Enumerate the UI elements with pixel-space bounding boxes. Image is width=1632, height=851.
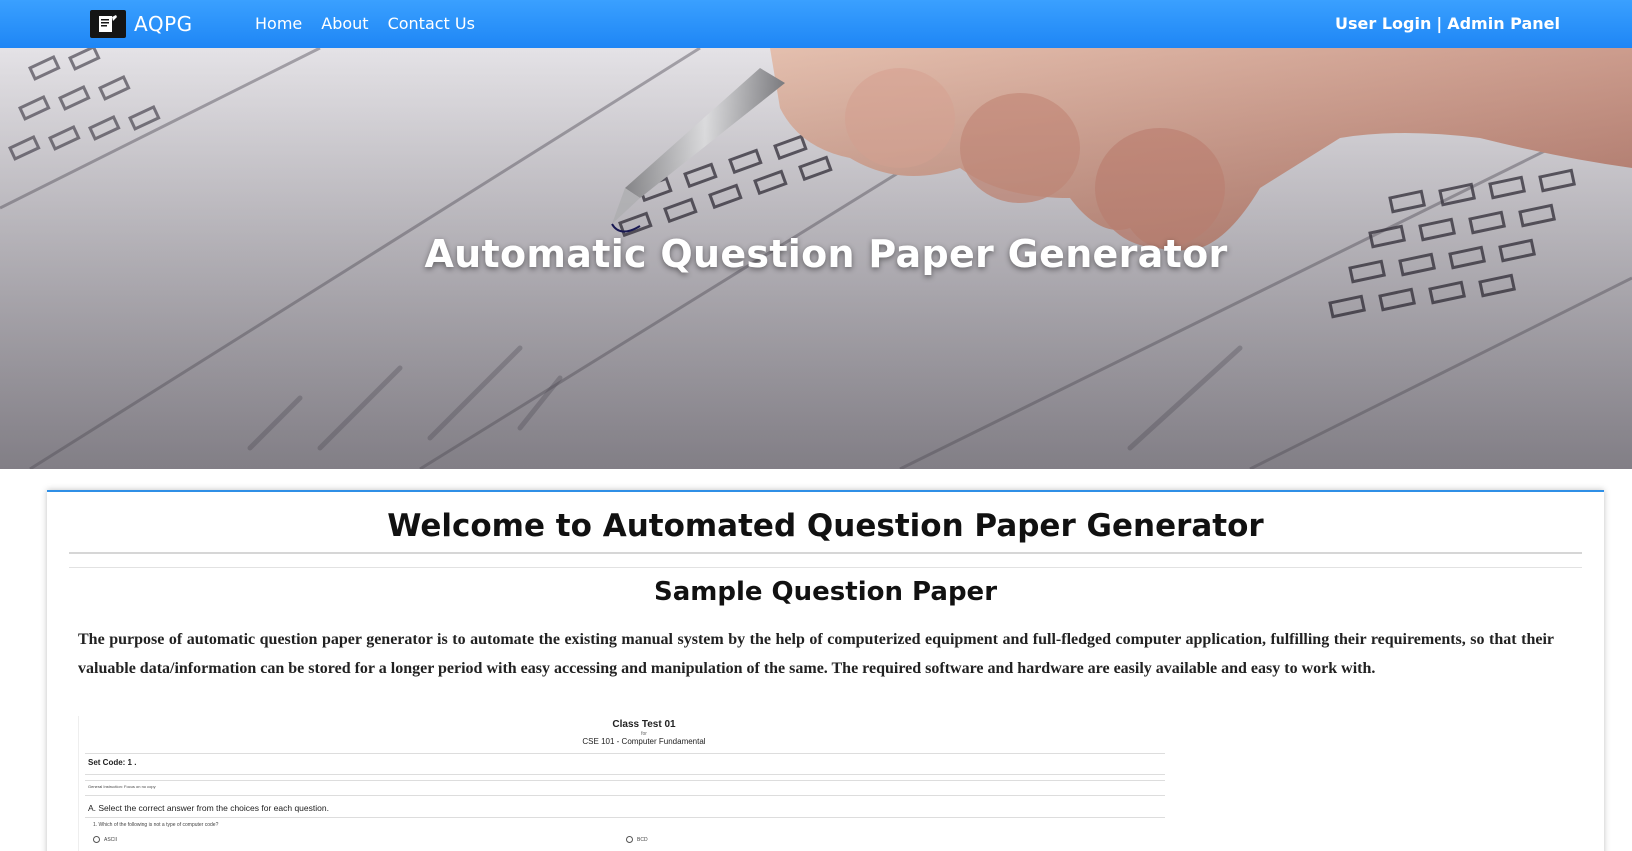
radio-icon <box>93 836 100 843</box>
document-edit-icon <box>90 10 126 38</box>
auth-links: User Login | Admin Panel <box>1335 14 1560 33</box>
hero-title: Automatic Question Paper Generator <box>424 232 1228 276</box>
nav-link-home[interactable]: Home <box>255 14 302 33</box>
user-login-link[interactable]: User Login <box>1335 14 1431 33</box>
paper-section-a: A. Select the correct answer from the ch… <box>88 803 329 813</box>
admin-panel-link[interactable]: Admin Panel <box>1447 14 1560 33</box>
paper-general-instruction: General Instruction: Focus on no copy <box>88 784 156 789</box>
paper-question-1: 1. Which of the following is not a type … <box>93 822 219 828</box>
welcome-heading: Welcome to Automated Question Paper Gene… <box>387 508 1264 544</box>
divider <box>85 817 1165 818</box>
paper-option-label: BCD <box>637 836 648 843</box>
paper-option-label: ASCII <box>104 836 118 843</box>
sample-paper-heading: Sample Question Paper <box>653 577 998 607</box>
brand-name: AQPG <box>134 12 193 36</box>
radio-icon <box>626 836 633 843</box>
divider <box>85 774 1165 775</box>
welcome-panel: Welcome to Automated Question Paper Gene… <box>47 490 1604 851</box>
paper-course: CSE 101 - Computer Fundamental <box>582 737 706 746</box>
divider <box>85 795 1165 796</box>
divider <box>69 567 1582 568</box>
description-paragraph: The purpose of automatic question paper … <box>78 631 1554 677</box>
paper-title: Class Test 01 <box>612 719 676 730</box>
nav-link-about[interactable]: About <box>321 14 368 33</box>
main-nav: Home About Contact Us <box>255 14 475 33</box>
nav-separator: | <box>1436 14 1443 33</box>
top-navbar: AQPG Home About Contact Us User Login | … <box>0 0 1632 48</box>
divider <box>69 552 1582 554</box>
sample-paper-image: Class Test 01 for CSE 101 - Computer Fun… <box>78 716 1208 851</box>
paper-option: BCD <box>626 836 648 843</box>
divider <box>85 780 1165 781</box>
brand-logo-link[interactable]: AQPG <box>90 10 193 38</box>
paper-set-code: Set Code: 1 . <box>88 758 137 767</box>
nav-link-contact-us[interactable]: Contact Us <box>388 14 475 33</box>
divider <box>85 753 1165 754</box>
hero-banner: Automatic Question Paper Generator <box>0 48 1632 469</box>
paper-option: ASCII <box>93 836 117 843</box>
